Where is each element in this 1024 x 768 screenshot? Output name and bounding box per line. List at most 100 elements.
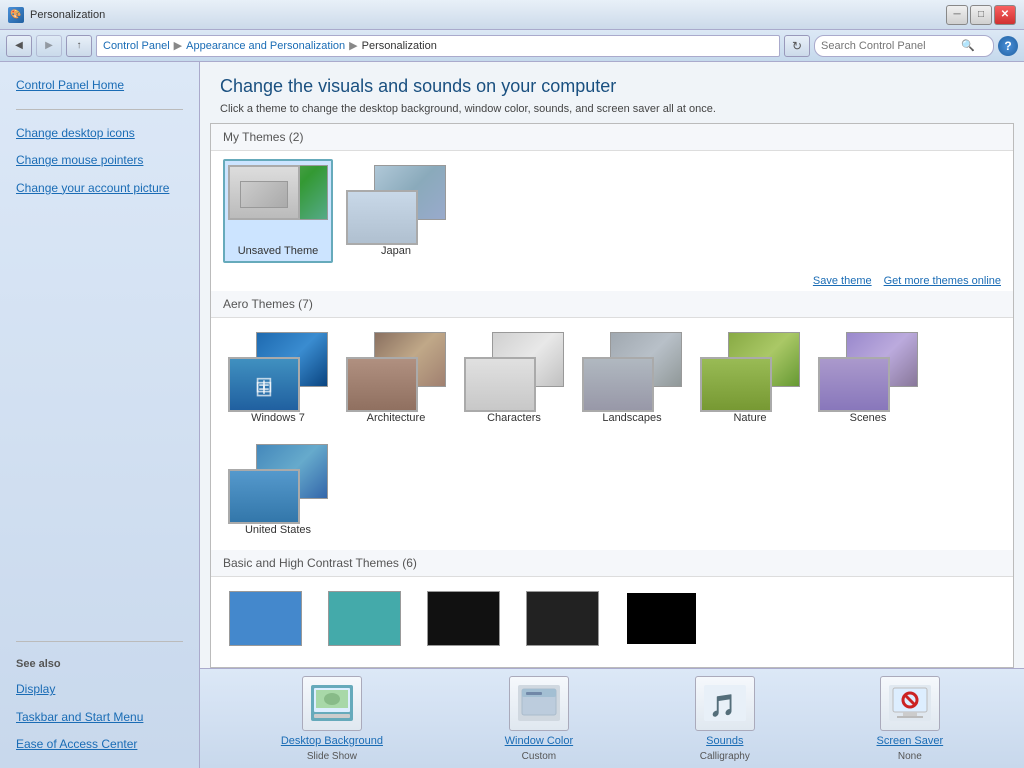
thumb-front xyxy=(228,469,300,524)
theme-item-basic-blue[interactable] xyxy=(223,585,308,652)
theme-item-basic-hc[interactable] xyxy=(619,585,704,652)
my-themes-header: My Themes (2) xyxy=(211,124,1013,151)
basic-thumb-blue xyxy=(229,591,302,646)
maximize-button[interactable]: □ xyxy=(970,5,992,25)
theme-label-windows7: Windows 7 xyxy=(251,412,305,424)
theme-item-basic-black[interactable] xyxy=(421,585,506,652)
theme-thumbnail-architecture xyxy=(346,332,446,412)
minimize-button[interactable]: ─ xyxy=(946,5,968,25)
window-icon: 🎨 xyxy=(8,7,24,23)
desktop-bg-icon xyxy=(302,676,362,731)
basic-thumb-hc xyxy=(625,591,698,646)
content-header: Change the visuals and sounds on your co… xyxy=(200,62,1024,123)
sounds-label[interactable]: Sounds xyxy=(706,735,743,747)
theme-item-windows7[interactable]: ⊞ Windows 7 xyxy=(223,326,333,430)
basic-thumb-dark xyxy=(526,591,599,646)
sidebar: Control Panel Home Change desktop icons … xyxy=(0,62,200,768)
sidebar-item-ease-access[interactable]: Ease of Access Center xyxy=(0,731,199,758)
theme-label-scenes: Scenes xyxy=(850,412,887,424)
basic-thumb-teal xyxy=(328,591,401,646)
main-layout: Control Panel Home Change desktop icons … xyxy=(0,62,1024,768)
breadcrumb-bar: Control Panel ▶ Appearance and Personali… xyxy=(96,35,780,57)
refresh-button[interactable]: ↻ xyxy=(784,35,810,57)
sounds-sublabel: Calligraphy xyxy=(700,751,750,762)
thumb-front xyxy=(228,165,300,220)
theme-thumbnail-unsaved xyxy=(228,165,328,245)
sidebar-item-change-desktop-icons[interactable]: Change desktop icons xyxy=(0,120,199,147)
theme-thumbnail-nature xyxy=(700,332,800,412)
thumb-front xyxy=(818,357,890,412)
basic-thumb-black xyxy=(427,591,500,646)
theme-item-united-states[interactable]: United States xyxy=(223,438,333,542)
theme-item-unsaved[interactable]: Unsaved Theme xyxy=(223,159,333,263)
screen-saver-label[interactable]: Screen Saver xyxy=(877,735,944,747)
search-input[interactable] xyxy=(821,40,961,52)
search-bar[interactable]: 🔍 xyxy=(814,35,994,57)
theme-thumbnail-japan xyxy=(346,165,446,245)
forward-button[interactable]: ▶ xyxy=(36,35,62,57)
back-button[interactable]: ◀ xyxy=(6,35,32,57)
desktop-bg-label[interactable]: Desktop Background xyxy=(281,735,383,747)
screen-saver-icon xyxy=(880,676,940,731)
theme-thumbnail-characters xyxy=(464,332,564,412)
bottom-toolbar: Desktop Background Slide Show Window Col… xyxy=(200,668,1024,768)
title-bar: 🎨 Personalization ─ □ ✕ xyxy=(0,0,1024,30)
theme-thumbnail-windows7: ⊞ xyxy=(228,332,328,412)
title-bar-left: 🎨 Personalization xyxy=(8,7,105,23)
theme-label-architecture: Architecture xyxy=(367,412,426,424)
theme-item-characters[interactable]: Characters xyxy=(459,326,569,430)
sidebar-item-change-account-picture[interactable]: Change your account picture xyxy=(0,175,199,202)
thumb-front xyxy=(346,357,418,412)
theme-item-basic-teal[interactable] xyxy=(322,585,407,652)
window-color-label[interactable]: Window Color xyxy=(505,735,573,747)
theme-thumbnail-landscapes xyxy=(582,332,682,412)
breadcrumb-control-panel[interactable]: Control Panel xyxy=(103,40,170,52)
sidebar-item-control-panel-home[interactable]: Control Panel Home xyxy=(0,72,199,99)
page-title: Change the visuals and sounds on your co… xyxy=(220,76,1004,97)
theme-item-scenes[interactable]: Scenes xyxy=(813,326,923,430)
theme-label-unsaved: Unsaved Theme xyxy=(238,245,319,257)
theme-label-nature: Nature xyxy=(733,412,766,424)
theme-label-japan: Japan xyxy=(381,245,411,257)
get-more-themes-link[interactable]: Get more themes online xyxy=(884,275,1001,287)
up-button[interactable]: ↑ xyxy=(66,35,92,57)
theme-thumbnail-scenes xyxy=(818,332,918,412)
theme-item-nature[interactable]: Nature xyxy=(695,326,805,430)
sidebar-item-display[interactable]: Display xyxy=(0,676,199,703)
theme-item-architecture[interactable]: Architecture xyxy=(341,326,451,430)
close-button[interactable]: ✕ xyxy=(994,5,1016,25)
toolbar-item-window-color[interactable]: Window Color Custom xyxy=(505,676,573,762)
sidebar-see-also-divider xyxy=(16,641,183,642)
theme-label-united-states: United States xyxy=(245,524,311,536)
my-themes-grid: Unsaved Theme Japan xyxy=(211,151,1013,271)
toolbar-item-sounds[interactable]: 🎵 Sounds Calligraphy xyxy=(695,676,755,762)
theme-label-landscapes: Landscapes xyxy=(602,412,661,424)
toolbar-item-desktop-bg[interactable]: Desktop Background Slide Show xyxy=(281,676,383,762)
sidebar-divider xyxy=(16,109,183,110)
desktop-bg-sublabel: Slide Show xyxy=(307,751,357,762)
sidebar-item-taskbar[interactable]: Taskbar and Start Menu xyxy=(0,704,199,731)
theme-item-japan[interactable]: Japan xyxy=(341,159,451,263)
see-also-title: See also xyxy=(0,652,199,676)
sidebar-item-change-mouse-pointers[interactable]: Change mouse pointers xyxy=(0,147,199,174)
theme-item-basic-dark[interactable] xyxy=(520,585,605,652)
theme-label-characters: Characters xyxy=(487,412,541,424)
aero-themes-grid: ⊞ Windows 7 Architecture xyxy=(211,318,1013,550)
window-color-icon xyxy=(509,676,569,731)
thumb-front xyxy=(346,190,418,245)
breadcrumb-current: Personalization xyxy=(362,40,437,52)
svg-text:🎵: 🎵 xyxy=(709,693,736,718)
theme-thumbnail-united-states xyxy=(228,444,328,524)
thumb-front: ⊞ xyxy=(228,357,300,412)
thumb-front xyxy=(582,357,654,412)
thumb-front xyxy=(464,357,536,412)
breadcrumb-appearance[interactable]: Appearance and Personalization xyxy=(186,40,345,52)
save-theme-link[interactable]: Save theme xyxy=(813,275,872,287)
sounds-icon: 🎵 xyxy=(695,676,755,731)
help-button[interactable]: ? xyxy=(998,36,1018,56)
theme-item-landscapes[interactable]: Landscapes xyxy=(577,326,687,430)
window-controls: ─ □ ✕ xyxy=(946,5,1016,25)
toolbar-item-screen-saver[interactable]: Screen Saver None xyxy=(877,676,944,762)
basic-themes-grid xyxy=(211,577,1013,660)
address-bar: ◀ ▶ ↑ Control Panel ▶ Appearance and Per… xyxy=(0,30,1024,62)
